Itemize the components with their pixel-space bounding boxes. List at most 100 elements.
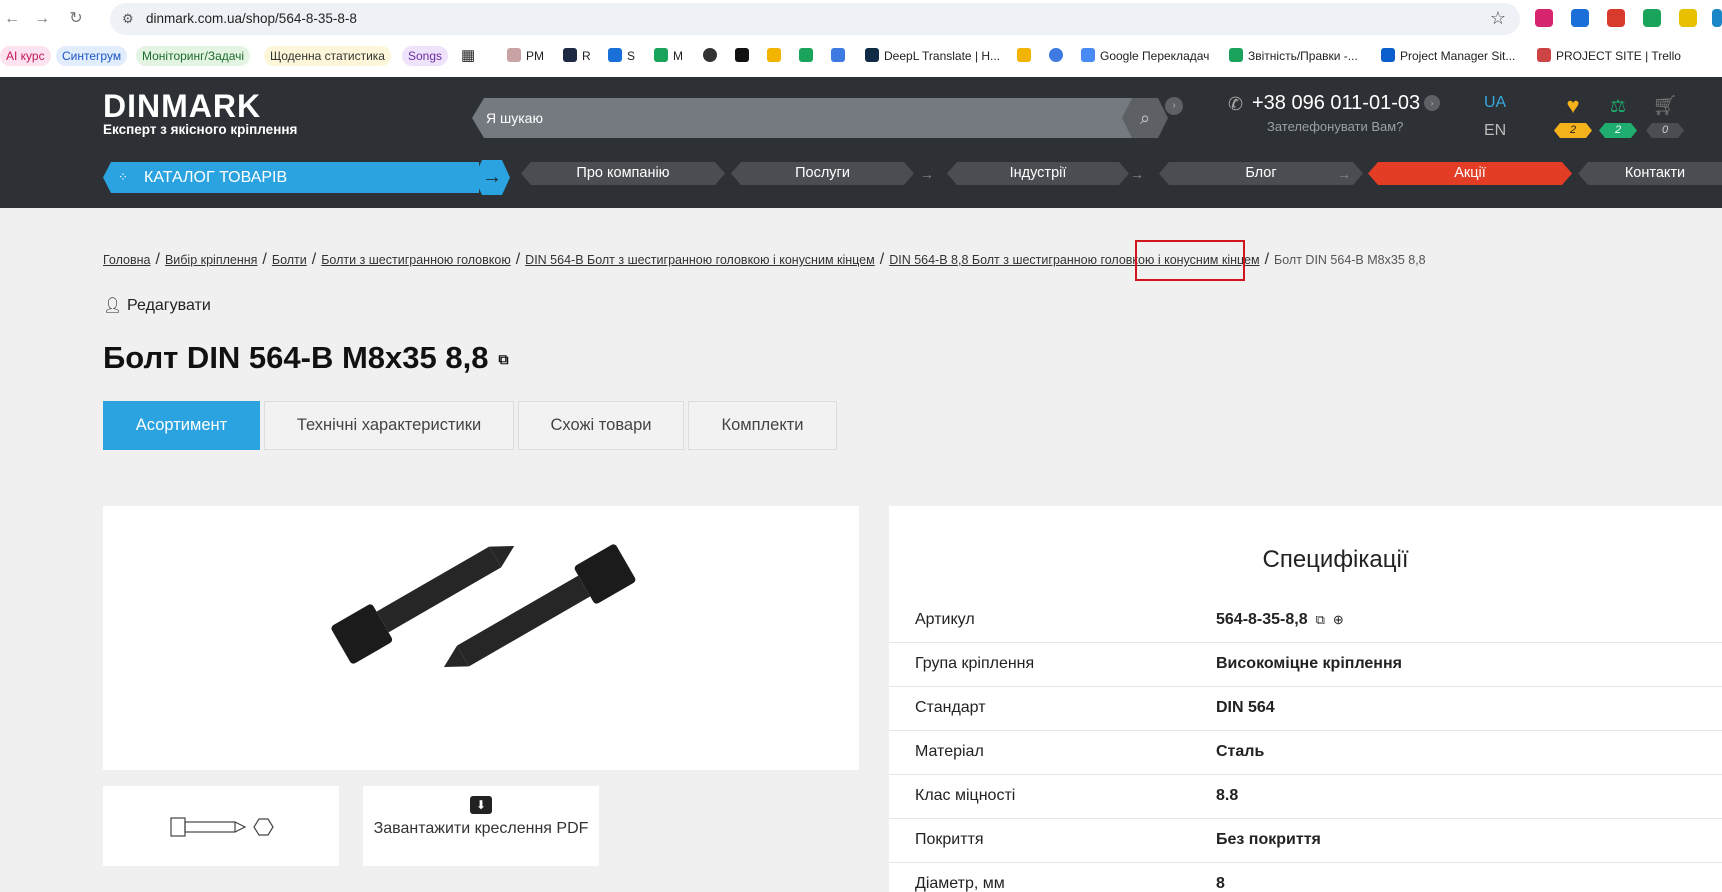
nav-industries[interactable]: Індустрії bbox=[947, 162, 1129, 185]
bolt-drawing-icon bbox=[170, 817, 274, 837]
breadcrumb-link[interactable]: Болти з шестигранною головкою bbox=[321, 253, 511, 267]
callback-link[interactable]: Зателефонувати Вам? bbox=[1267, 119, 1403, 134]
spec-key: Покриття bbox=[915, 831, 984, 848]
forward-icon[interactable]: → bbox=[32, 9, 52, 29]
bookmark-label: Project Manager Sit... bbox=[1400, 49, 1516, 63]
bookmark-item[interactable]: S bbox=[608, 46, 635, 66]
nav-services[interactable]: Послуги bbox=[731, 162, 914, 185]
url-text[interactable]: dinmark.com.ua/shop/564-8-35-8-8 bbox=[146, 11, 357, 26]
arrow-right-icon[interactable]: → bbox=[1333, 163, 1355, 185]
bookmark-item[interactable]: Моніторинг/Задачі bbox=[136, 46, 251, 66]
bookmark-item[interactable] bbox=[1049, 46, 1068, 66]
bookmark-item[interactable] bbox=[799, 46, 818, 66]
bookmark-label: R bbox=[582, 49, 591, 63]
bookmark-favicon bbox=[799, 48, 813, 62]
spec-value: 564-8-35-8,8 ⧉ ⊕ bbox=[1216, 611, 1344, 629]
bookmark-item[interactable]: Google Перекладач bbox=[1081, 46, 1209, 66]
bookmark-item[interactable]: AI курс bbox=[0, 46, 51, 66]
phone-number[interactable]: +38 096 011-01-03 bbox=[1252, 92, 1420, 115]
catalog-label: КАТАЛОГ ТОВАРІВ bbox=[144, 169, 288, 186]
back-icon[interactable]: ← bbox=[2, 9, 22, 29]
browser-chrome: ← → ↻ ⚙ dinmark.com.ua/shop/564-8-35-8-8… bbox=[0, 0, 1722, 77]
compare-count: 2 bbox=[1599, 123, 1637, 138]
compare-icon[interactable]: ⚖ bbox=[1603, 94, 1633, 118]
phone-arrow-icon[interactable]: › bbox=[1424, 95, 1440, 111]
bookmark-label: Google Перекладач bbox=[1100, 49, 1210, 63]
bookmark-item[interactable] bbox=[767, 46, 786, 66]
cart-icon[interactable]: 🛒︎ bbox=[1650, 94, 1680, 118]
favorites-icon[interactable]: ♥ bbox=[1558, 94, 1588, 118]
download-pdf-label: Завантажити креслення PDF bbox=[373, 820, 589, 837]
spec-value: 8 bbox=[1216, 875, 1225, 892]
product-image[interactable] bbox=[103, 506, 859, 770]
bookmark-favicon bbox=[1229, 48, 1243, 62]
bookmark-label: DeepL Translate | H... bbox=[884, 49, 1001, 63]
bookmark-label: PROJECT SITE | Trello bbox=[1556, 49, 1681, 63]
tab-kits[interactable]: Комплекти bbox=[688, 401, 837, 450]
bookmark-item[interactable] bbox=[703, 46, 722, 66]
download-pdf-button[interactable]: ⬇ Завантажити креслення PDF bbox=[363, 786, 599, 866]
nav-promo[interactable]: Акції bbox=[1368, 162, 1572, 185]
lang-ua[interactable]: UA bbox=[1484, 94, 1506, 112]
product-title: Болт DIN 564-B M8x35 8,8 bbox=[103, 340, 489, 375]
breadcrumb-link[interactable]: Вибір кріплення bbox=[165, 253, 257, 267]
bookmark-favicon bbox=[507, 48, 521, 62]
breadcrumb-link[interactable]: Головна bbox=[103, 253, 151, 267]
edit-label: Редагувати bbox=[127, 297, 211, 314]
breadcrumb-link[interactable]: DIN 564-B Болт з шестигранною головкою і… bbox=[525, 253, 875, 267]
copy-icon[interactable]: ⧉ bbox=[498, 351, 508, 368]
bookmark-favicon bbox=[563, 48, 577, 62]
extension-icon[interactable] bbox=[1571, 9, 1589, 27]
bookmark-star-icon[interactable]: ☆ bbox=[1490, 8, 1506, 29]
bookmark-favicon bbox=[654, 48, 668, 62]
bookmark-item[interactable]: DeepL Translate | H... bbox=[865, 46, 1000, 66]
spec-key: Діаметр, мм bbox=[915, 875, 1005, 892]
bookmark-item[interactable]: Звітність/Правки -... bbox=[1229, 46, 1358, 66]
extension-icon[interactable] bbox=[1712, 9, 1722, 27]
nav-contacts[interactable]: Контакти bbox=[1578, 162, 1722, 185]
tab-specs[interactable]: Технічні характеристики bbox=[264, 401, 514, 450]
site-info-icon[interactable]: ⚙ bbox=[122, 11, 138, 27]
bookmark-favicon bbox=[1381, 48, 1395, 62]
arrow-right-icon[interactable]: → bbox=[916, 163, 938, 185]
spec-key: Стандарт bbox=[915, 699, 986, 716]
spec-value: Сталь bbox=[1216, 743, 1265, 760]
bookmark-item[interactable]: Project Manager Sit... bbox=[1381, 46, 1515, 66]
arrow-right-icon[interactable]: → bbox=[1126, 163, 1148, 185]
site-logo[interactable]: DINMARK bbox=[103, 88, 261, 125]
bookmark-item[interactable] bbox=[831, 46, 850, 66]
spec-row: Матеріал Сталь bbox=[889, 731, 1722, 775]
search-arrow-icon[interactable]: › bbox=[1165, 97, 1183, 115]
nav-about[interactable]: Про компанію bbox=[521, 162, 725, 185]
copy-icon[interactable]: ⧉ bbox=[1316, 612, 1325, 628]
breadcrumb-link[interactable]: Болти bbox=[272, 253, 307, 267]
tab-assortment[interactable]: Асортимент bbox=[103, 401, 260, 450]
add-icon[interactable]: ⊕ bbox=[1333, 612, 1344, 628]
bookmark-item[interactable]: M bbox=[654, 46, 683, 66]
bookmark-item[interactable] bbox=[1017, 46, 1036, 66]
tab-similar[interactable]: Схожі товари bbox=[518, 401, 684, 450]
bookmark-label: M bbox=[673, 49, 683, 63]
apps-grid-icon[interactable]: ▦ bbox=[461, 46, 475, 66]
bookmark-item[interactable]: R bbox=[563, 46, 591, 66]
address-bar[interactable]: ⚙ dinmark.com.ua/shop/564-8-35-8-8 ☆ bbox=[110, 3, 1520, 35]
download-icon: ⬇ bbox=[470, 796, 492, 814]
bookmark-item[interactable]: Синтегрум bbox=[56, 46, 128, 66]
extension-icon[interactable] bbox=[1643, 9, 1661, 27]
bookmark-item[interactable]: Щоденна статистика bbox=[264, 46, 391, 66]
bolt-image bbox=[331, 544, 636, 667]
edit-link[interactable]: 👤︎ Редагувати bbox=[103, 296, 211, 315]
search-input[interactable] bbox=[472, 98, 1132, 138]
bookmark-item[interactable] bbox=[735, 46, 754, 66]
extension-icon[interactable] bbox=[1607, 9, 1625, 27]
extension-icon[interactable] bbox=[1535, 9, 1553, 27]
lang-en[interactable]: EN bbox=[1484, 122, 1506, 140]
extension-icon[interactable] bbox=[1679, 9, 1697, 27]
spec-value: DIN 564 bbox=[1216, 699, 1275, 716]
drawing-thumbnail[interactable] bbox=[103, 786, 339, 866]
bookmark-item[interactable]: Songs bbox=[402, 46, 449, 66]
reload-icon[interactable]: ↻ bbox=[66, 9, 86, 29]
bookmark-item[interactable]: PROJECT SITE | Trello bbox=[1537, 46, 1681, 66]
bookmark-item[interactable]: PM bbox=[507, 46, 544, 66]
bookmark-label: Звітність/Правки -... bbox=[1248, 49, 1358, 63]
